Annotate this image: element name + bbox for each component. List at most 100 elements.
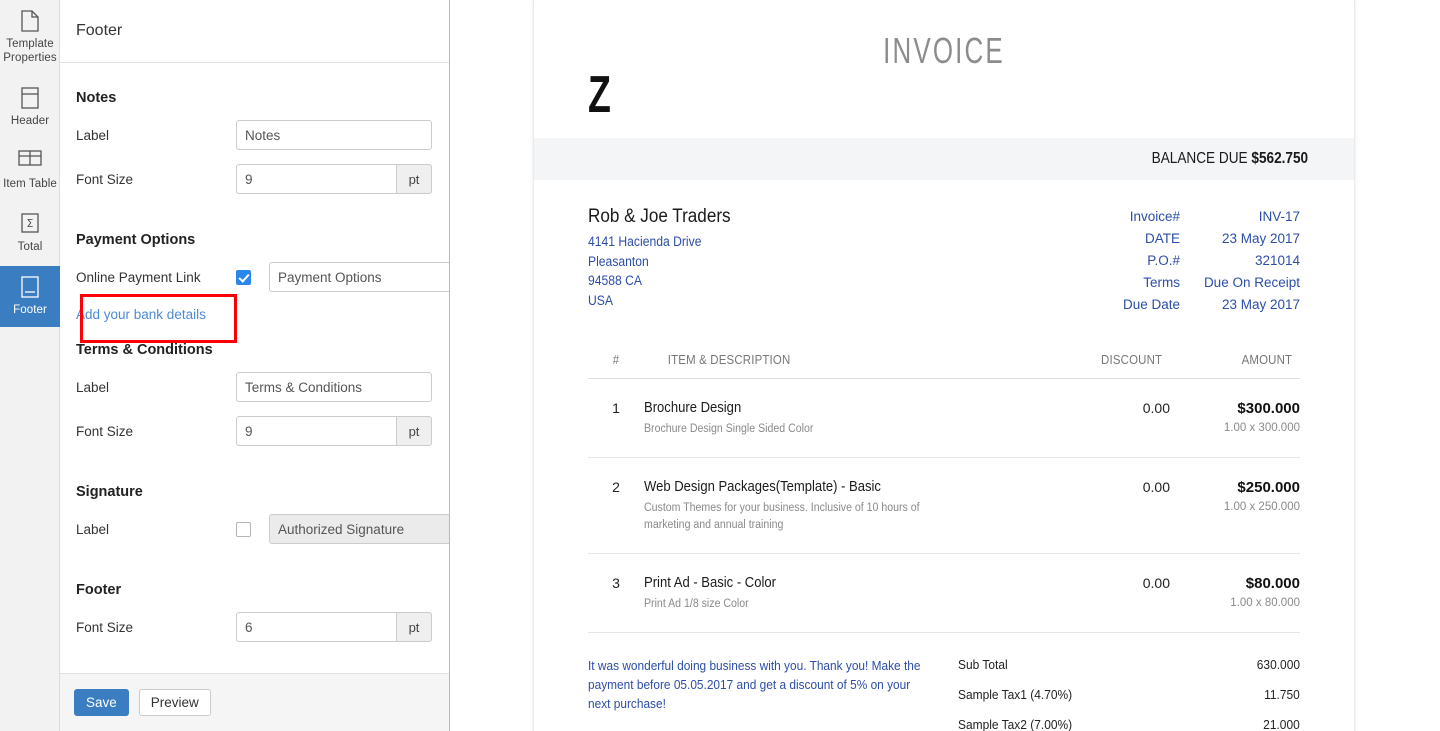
table-grid-icon	[2, 150, 58, 172]
meta-row: Invoice#INV-17	[1060, 206, 1300, 228]
invoice-preview: INVOICE Z BALANCE DUE $562.750 Rob & Joe…	[533, 0, 1355, 731]
notes-font-row: Font Size pt	[76, 164, 433, 194]
terms-font-row: Font Size pt	[76, 416, 433, 446]
sidebar-item-header[interactable]: Header	[0, 77, 60, 138]
meta-key: DATE	[1060, 228, 1180, 250]
meta-key: P.O.#	[1060, 250, 1180, 272]
total-value: 630.000	[1257, 657, 1300, 672]
address-line-1: 4141 Hacienda Drive	[588, 232, 731, 252]
template-section-rail: Template Properties Header Item Table Σ …	[0, 0, 60, 731]
notes-label-input[interactable]	[236, 120, 432, 150]
field-label: Label	[76, 128, 236, 143]
row-amount-cell: $300.000 1.00 x 300.000	[1170, 379, 1300, 458]
column-header-item: ITEM & DESCRIPTION	[668, 352, 1016, 379]
row-discount: 0.00	[1040, 379, 1170, 458]
row-discount: 0.00	[1040, 458, 1170, 554]
total-row: Sample Tax1 (4.70%)11.750	[958, 681, 1300, 711]
invoice-body: Rob & Joe Traders 4141 Hacienda Drive Pl…	[534, 180, 1354, 731]
field-label: Online Payment Link	[76, 270, 236, 285]
item-description: Custom Themes for your business. Inclusi…	[644, 500, 966, 534]
sidebar-item-label: Header	[2, 114, 58, 128]
save-button[interactable]: Save	[74, 689, 129, 716]
terms-font-size-input[interactable]	[236, 416, 396, 446]
app-root: Template Properties Header Item Table Σ …	[0, 0, 1440, 731]
footer-settings-panel: Footer Notes Label Font Size pt Payment …	[60, 0, 450, 731]
document-icon	[2, 10, 58, 32]
item-amount: $250.000	[1170, 479, 1300, 496]
total-value: 21.000	[1263, 717, 1300, 731]
field-label: Font Size	[76, 620, 236, 635]
item-description: Brochure Design Single Sided Color	[644, 421, 966, 438]
field-label: Font Size	[76, 172, 236, 187]
row-number: 2	[588, 458, 644, 554]
sidebar-item-total[interactable]: Σ Total	[0, 203, 60, 264]
business-name: Rob & Joe Traders	[588, 206, 731, 228]
terms-label-input[interactable]	[236, 372, 432, 402]
invoice-notes: It was wonderful doing business with you…	[588, 651, 930, 731]
preview-stage: INVOICE Z BALANCE DUE $562.750 Rob & Joe…	[451, 0, 1440, 731]
field-label: Font Size	[76, 424, 236, 439]
column-header-number: #	[591, 352, 640, 379]
terms-label-control	[236, 372, 432, 402]
item-name: Brochure Design	[644, 400, 1000, 416]
authorized-signature-input[interactable]	[269, 514, 449, 544]
total-key: Sample Tax2 (7.00%)	[958, 717, 1072, 731]
total-key: Sub Total	[958, 657, 1008, 672]
bank-details-link-row: Add your bank details	[76, 306, 433, 324]
sidebar-item-footer[interactable]: Footer	[0, 266, 60, 327]
row-discount: 0.00	[1040, 554, 1170, 633]
meta-value: Due On Receipt	[1180, 272, 1300, 294]
panel-body: Notes Label Font Size pt Payment Options…	[60, 64, 449, 673]
signature-control	[236, 514, 449, 544]
invoice-heading: INVOICE	[649, 0, 1239, 72]
table-header: # ITEM & DESCRIPTION DISCOUNT AMOUNT	[588, 352, 1300, 379]
header-block-icon	[2, 87, 58, 109]
spacer	[76, 208, 433, 232]
total-value: 11.750	[1264, 687, 1300, 702]
payment-control	[236, 262, 449, 292]
total-row: Sub Total 630.000	[958, 651, 1300, 681]
item-name: Print Ad - Basic - Color	[644, 575, 1000, 591]
notes-font-control: pt	[236, 164, 432, 194]
table-header-row: # ITEM & DESCRIPTION DISCOUNT AMOUNT	[588, 352, 1300, 379]
item-description: Print Ad 1/8 size Color	[644, 596, 966, 613]
table-row: 1 Brochure Design Brochure Design Single…	[588, 379, 1300, 458]
item-rate: 1.00 x 250.000	[1170, 501, 1300, 513]
meta-value: INV-17	[1180, 206, 1300, 228]
address-line-2: Pleasanton	[588, 252, 731, 272]
preview-button[interactable]: Preview	[139, 689, 211, 716]
sidebar-item-label: Footer	[2, 303, 58, 317]
unit-label: pt	[396, 612, 432, 642]
item-amount: $300.000	[1170, 400, 1300, 417]
spacer	[76, 558, 433, 582]
meta-row: DATE23 May 2017	[1060, 228, 1300, 250]
balance-due-bar: BALANCE DUE $562.750	[534, 138, 1354, 180]
column-header-discount: DISCOUNT	[1048, 352, 1162, 379]
column-header-amount: AMOUNT	[1178, 352, 1292, 379]
signature-checkbox[interactable]	[236, 522, 251, 537]
svg-text:Σ: Σ	[27, 217, 34, 230]
terms-font-control: pt	[236, 416, 432, 446]
payment-options-input[interactable]	[269, 262, 449, 292]
item-rate: 1.00 x 300.000	[1170, 422, 1300, 434]
section-title-footer: Footer	[76, 582, 433, 598]
meta-key: Invoice#	[1060, 206, 1180, 228]
row-amount-cell: $250.000 1.00 x 250.000	[1170, 458, 1300, 554]
notes-font-size-input[interactable]	[236, 164, 396, 194]
sidebar-item-item-table[interactable]: Item Table	[0, 140, 60, 201]
balance-due-text: BALANCE DUE $562.750	[1152, 150, 1308, 168]
online-payment-link-row: Online Payment Link	[76, 262, 433, 292]
balance-due-label: BALANCE DUE	[1152, 150, 1248, 167]
footer-font-control: pt	[236, 612, 432, 642]
address-line-3: 94588 CA	[588, 271, 731, 291]
footer-font-size-input[interactable]	[236, 612, 396, 642]
add-bank-details-link[interactable]: Add your bank details	[76, 307, 206, 322]
terms-label-row: Label	[76, 372, 433, 402]
item-rate: 1.00 x 80.000	[1170, 597, 1300, 609]
totals-block: Sub Total 630.000 Sample Tax1 (4.70%)11.7…	[948, 651, 1300, 731]
balance-due-amount: $562.750	[1251, 150, 1308, 167]
table-body: 1 Brochure Design Brochure Design Single…	[588, 379, 1300, 633]
sidebar-item-template-properties[interactable]: Template Properties	[0, 0, 60, 75]
row-item-cell: Print Ad - Basic - Color Print Ad 1/8 si…	[644, 554, 1040, 633]
online-payment-link-checkbox[interactable]	[236, 270, 251, 285]
